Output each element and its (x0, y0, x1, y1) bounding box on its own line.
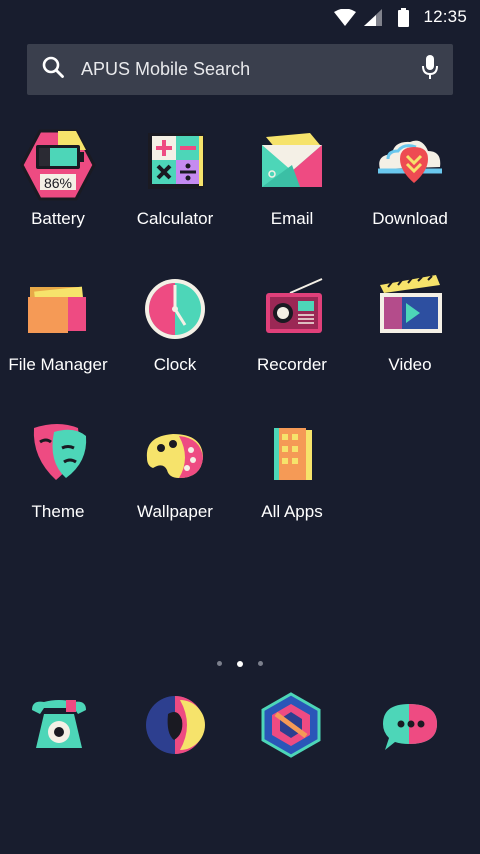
app-label: Download (372, 209, 448, 228)
calculator-icon (135, 125, 215, 205)
app-wallpaper[interactable]: Wallpaper (116, 418, 234, 522)
battery-icon (398, 7, 410, 27)
browser-hexagon-icon (261, 692, 321, 758)
search-input[interactable]: APUS Mobile Search (81, 59, 421, 80)
page-indicator[interactable] (0, 660, 480, 667)
app-recorder[interactable]: Recorder (233, 271, 351, 375)
clock-icon (135, 271, 215, 351)
app-label: All Apps (261, 502, 323, 521)
app-label: Wallpaper (137, 502, 213, 521)
app-battery[interactable]: 86% Battery (0, 125, 117, 229)
search-icon[interactable] (41, 55, 65, 84)
battery-percent: 86% (43, 175, 73, 191)
dock-contacts[interactable] (140, 690, 210, 760)
app-download[interactable]: Download (351, 125, 469, 229)
app-all-apps[interactable]: All Apps (233, 418, 351, 522)
messaging-bubble-icon (383, 704, 437, 750)
radio-recorder-icon (252, 271, 332, 351)
app-clock[interactable]: Clock (116, 271, 234, 375)
app-label: Calculator (136, 209, 214, 228)
wifi-icon (334, 8, 357, 26)
page-dot-active[interactable] (237, 660, 243, 667)
dock-messaging[interactable] (375, 690, 445, 760)
status-bar: 12:35 (0, 0, 480, 34)
app-label: Clock (153, 355, 197, 374)
home-screen: 12:35 APUS Mobile Search 86% Battery Cal… (0, 0, 480, 854)
app-calculator[interactable]: Calculator (116, 125, 234, 229)
clapperboard-icon (370, 271, 450, 351)
app-email[interactable]: Email (233, 125, 351, 229)
page-dot[interactable] (258, 661, 263, 666)
app-label: Battery (31, 209, 85, 228)
app-label: Theme (31, 502, 85, 521)
app-label: Video (388, 355, 432, 374)
dock-phone[interactable] (24, 690, 94, 760)
search-bar[interactable]: APUS Mobile Search (27, 44, 453, 95)
app-label: Email (270, 209, 314, 228)
status-time: 12:35 (423, 7, 467, 26)
book-grid-icon (252, 418, 332, 498)
phone-icon (32, 700, 86, 748)
app-file-manager[interactable]: File Manager (0, 271, 117, 375)
signal-icon (364, 8, 383, 26)
battery-hexagon-icon: 86% (18, 125, 98, 205)
app-label: Recorder (257, 355, 327, 374)
theater-mask-icon (18, 418, 98, 498)
contacts-icon (146, 696, 205, 754)
cloud-download-icon (370, 125, 450, 205)
page-dot[interactable] (217, 661, 222, 666)
dock-browser[interactable] (256, 690, 326, 760)
app-video[interactable]: Video (351, 271, 469, 375)
app-theme[interactable]: Theme (0, 418, 117, 522)
folder-icon (18, 271, 98, 351)
paint-palette-icon (135, 418, 215, 498)
email-envelope-icon (252, 125, 332, 205)
microphone-icon[interactable] (421, 54, 439, 85)
app-label: File Manager (8, 355, 108, 374)
